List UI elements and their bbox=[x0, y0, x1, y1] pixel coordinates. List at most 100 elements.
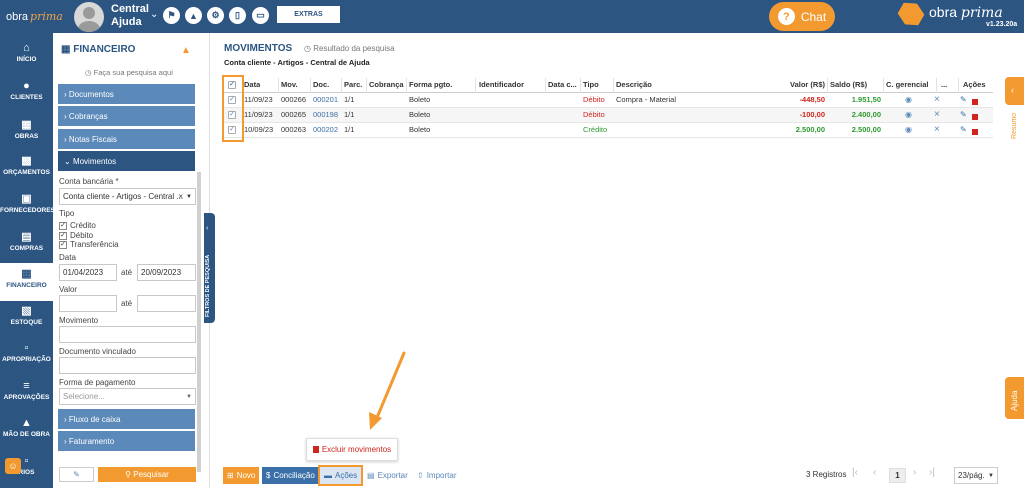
nav-item-orcamentos[interactable]: ▩ ORÇAMENTOS bbox=[0, 150, 53, 188]
col-cobranca[interactable]: Cobrança bbox=[369, 78, 404, 93]
nav-item-inicio[interactable]: ⌂ INÍCIO bbox=[0, 38, 53, 76]
tipo-transferencia-checkbox[interactable]: ✓ Transferência bbox=[59, 240, 119, 249]
export-button[interactable]: ▤ Exportar bbox=[363, 467, 411, 484]
col-data-c[interactable]: Data c... bbox=[548, 78, 577, 93]
excluir-movimentos-menu-item[interactable]: Excluir movimentos bbox=[306, 438, 398, 461]
section-documentos[interactable]: › Documentos bbox=[58, 84, 195, 104]
cell-tipo: Crédito bbox=[583, 125, 608, 134]
eye-icon[interactable]: ◉ bbox=[905, 123, 912, 138]
avatar[interactable] bbox=[74, 2, 104, 32]
table-row[interactable]: ✓ 11/09/23 000266 000201 1/1 Boleto Débi… bbox=[223, 93, 993, 108]
app-logo[interactable]: obra prima bbox=[0, 0, 68, 33]
last-page-icon[interactable]: ›| bbox=[929, 467, 935, 478]
nav-item-fornecedores[interactable]: ▣ FORNECEDORES bbox=[0, 188, 55, 226]
import-button[interactable]: ⇧ Importar bbox=[413, 467, 461, 484]
table-row[interactable]: ✓ 11/09/23 000265 000198 1/1 Boleto Débi… bbox=[223, 108, 993, 123]
col-doc[interactable]: Doc. bbox=[313, 78, 329, 93]
nav-item-clientes[interactable]: ● CLIENTES bbox=[0, 76, 53, 114]
col-valor[interactable]: Valor (R$) bbox=[763, 78, 825, 93]
nav-item-apropriacao[interactable]: ▫ APROPRIAÇÃO bbox=[0, 338, 53, 376]
tipo-label: Tipo bbox=[59, 209, 75, 218]
cell-doc-link[interactable]: 000201 bbox=[313, 93, 338, 108]
col-parc[interactable]: Parc. bbox=[344, 78, 362, 93]
next-page-icon[interactable]: › bbox=[913, 467, 916, 478]
col-mov[interactable]: Mov. bbox=[281, 78, 298, 93]
section-faturamento[interactable]: › Faturamento bbox=[58, 431, 195, 451]
new-button[interactable]: ⊞ Novo bbox=[223, 467, 259, 484]
ajuda-label[interactable]: Ajuda bbox=[1010, 391, 1019, 411]
section-fluxo-de-caixa[interactable]: › Fluxo de caixa bbox=[58, 409, 195, 429]
cell-doc-link[interactable]: 000202 bbox=[313, 123, 338, 138]
clear-filters-button[interactable]: ✎ bbox=[59, 467, 94, 482]
forma-select[interactable]: Selecione... ▼ bbox=[59, 388, 196, 405]
eye-icon[interactable]: ◉ bbox=[905, 108, 912, 123]
chat-bubble-icon[interactable]: ☺ bbox=[5, 458, 21, 474]
section-movimentos[interactable]: ⌄ Movimentos bbox=[58, 151, 195, 171]
edit-icon[interactable]: ✎ bbox=[960, 123, 967, 138]
nav-item-estoque[interactable]: ▧ ESTOQUE bbox=[0, 300, 53, 338]
nav-item-obras[interactable]: ▦ OBRAS bbox=[0, 114, 53, 152]
search-button[interactable]: ⚲ Pesquisar bbox=[98, 467, 196, 482]
mobile-icon[interactable]: ▯ bbox=[229, 7, 246, 24]
edit-icon[interactable]: ✎ bbox=[960, 108, 967, 123]
graduation-cap-icon[interactable]: ▲ bbox=[185, 7, 202, 24]
result-label-text: Resultado da pesquisa bbox=[313, 44, 395, 53]
col-more[interactable]: ... bbox=[941, 78, 947, 93]
movimento-input[interactable] bbox=[59, 326, 196, 343]
graduation-cap-icon[interactable]: ▲ bbox=[181, 45, 191, 56]
table-row[interactable]: ✓ 10/09/23 000263 000202 1/1 Boleto Créd… bbox=[223, 123, 993, 138]
nav-item-aprovacoes[interactable]: ≡ APROVAÇÕES bbox=[0, 376, 53, 414]
current-page[interactable]: 1 bbox=[889, 468, 906, 483]
valor-from-input[interactable] bbox=[59, 295, 117, 312]
chat-button[interactable]: ? Chat bbox=[769, 2, 835, 31]
search-hint[interactable]: ◷ Faça sua pesquisa aqui bbox=[85, 68, 173, 77]
eye-icon[interactable]: ◉ bbox=[905, 93, 912, 108]
conta-select[interactable]: Conta cliente - Artigos - Central ... × … bbox=[59, 188, 196, 205]
col-identificador[interactable]: Identificador bbox=[479, 78, 524, 93]
trash-icon[interactable] bbox=[970, 126, 978, 135]
valor-to-input[interactable] bbox=[137, 295, 196, 312]
flag-icon[interactable]: ⚑ bbox=[163, 7, 180, 24]
filter-collapse-tab[interactable]: ‹ FILTROS DE PESQUISA bbox=[204, 213, 215, 323]
filter-scrollbar[interactable] bbox=[197, 172, 201, 472]
tipo-debito-checkbox[interactable]: ✓ Débito bbox=[59, 231, 93, 240]
monitor-icon[interactable]: ▭ bbox=[252, 7, 269, 24]
prev-page-icon[interactable]: ‹ bbox=[873, 467, 876, 478]
nav-item-financeiro[interactable]: ▦ FINANCEIRO bbox=[0, 263, 53, 301]
eraser-icon: ✎ bbox=[73, 470, 80, 479]
data-to-input[interactable]: 20/09/2023 bbox=[137, 264, 196, 281]
trash-icon[interactable] bbox=[970, 96, 978, 105]
col-data[interactable]: Data bbox=[244, 78, 260, 93]
first-page-icon[interactable]: |‹ bbox=[852, 467, 858, 478]
resumo-label[interactable]: Resumo bbox=[1011, 113, 1018, 139]
close-icon[interactable]: × bbox=[934, 123, 940, 138]
close-icon[interactable]: × bbox=[934, 93, 940, 108]
chevron-down-icon[interactable]: ⌄ bbox=[150, 9, 158, 20]
data-from-input[interactable]: 01/04/2023 bbox=[59, 264, 117, 281]
col-tipo[interactable]: Tipo bbox=[583, 78, 599, 93]
resumo-tab[interactable]: ‹ bbox=[1005, 77, 1024, 105]
col-c-gerencial[interactable]: C. gerencial bbox=[886, 78, 929, 93]
section-notas-fiscais[interactable]: › Notas Fiscais bbox=[58, 129, 195, 149]
section-cobrancas[interactable]: › Cobranças bbox=[58, 106, 195, 126]
close-icon[interactable]: × bbox=[934, 108, 940, 123]
doc-vinc-input[interactable] bbox=[59, 357, 196, 374]
col-descricao[interactable]: Descrição bbox=[616, 78, 652, 93]
trash-icon[interactable] bbox=[970, 111, 978, 120]
per-page-select[interactable]: 23/pág. ▼ bbox=[954, 467, 998, 484]
user-name[interactable]: Central Ajuda bbox=[111, 3, 149, 29]
col-forma[interactable]: Forma pgto. bbox=[409, 78, 452, 93]
extras-button[interactable]: EXTRAS bbox=[277, 6, 340, 23]
conciliacao-button[interactable]: $ Conciliação bbox=[262, 467, 318, 484]
cell-doc-link[interactable]: 000198 bbox=[313, 108, 338, 123]
tipo-credito-checkbox[interactable]: ✓ Crédito bbox=[59, 221, 96, 230]
col-saldo[interactable]: Saldo (R$) bbox=[830, 78, 867, 93]
cell-data: 11/09/23 bbox=[244, 95, 273, 104]
page-title: MOVIMENTOS bbox=[224, 43, 293, 54]
clear-icon[interactable]: × bbox=[178, 192, 183, 201]
gear-icon[interactable]: ⚙ bbox=[207, 7, 224, 24]
nav-item-compras[interactable]: ▤ COMPRAS bbox=[0, 226, 53, 264]
nav-item-mao-de-obra[interactable]: ▲ MÃO DE OBRA bbox=[0, 413, 53, 451]
edit-icon[interactable]: ✎ bbox=[960, 93, 967, 108]
app-version: v1.23.20a bbox=[986, 21, 1018, 28]
